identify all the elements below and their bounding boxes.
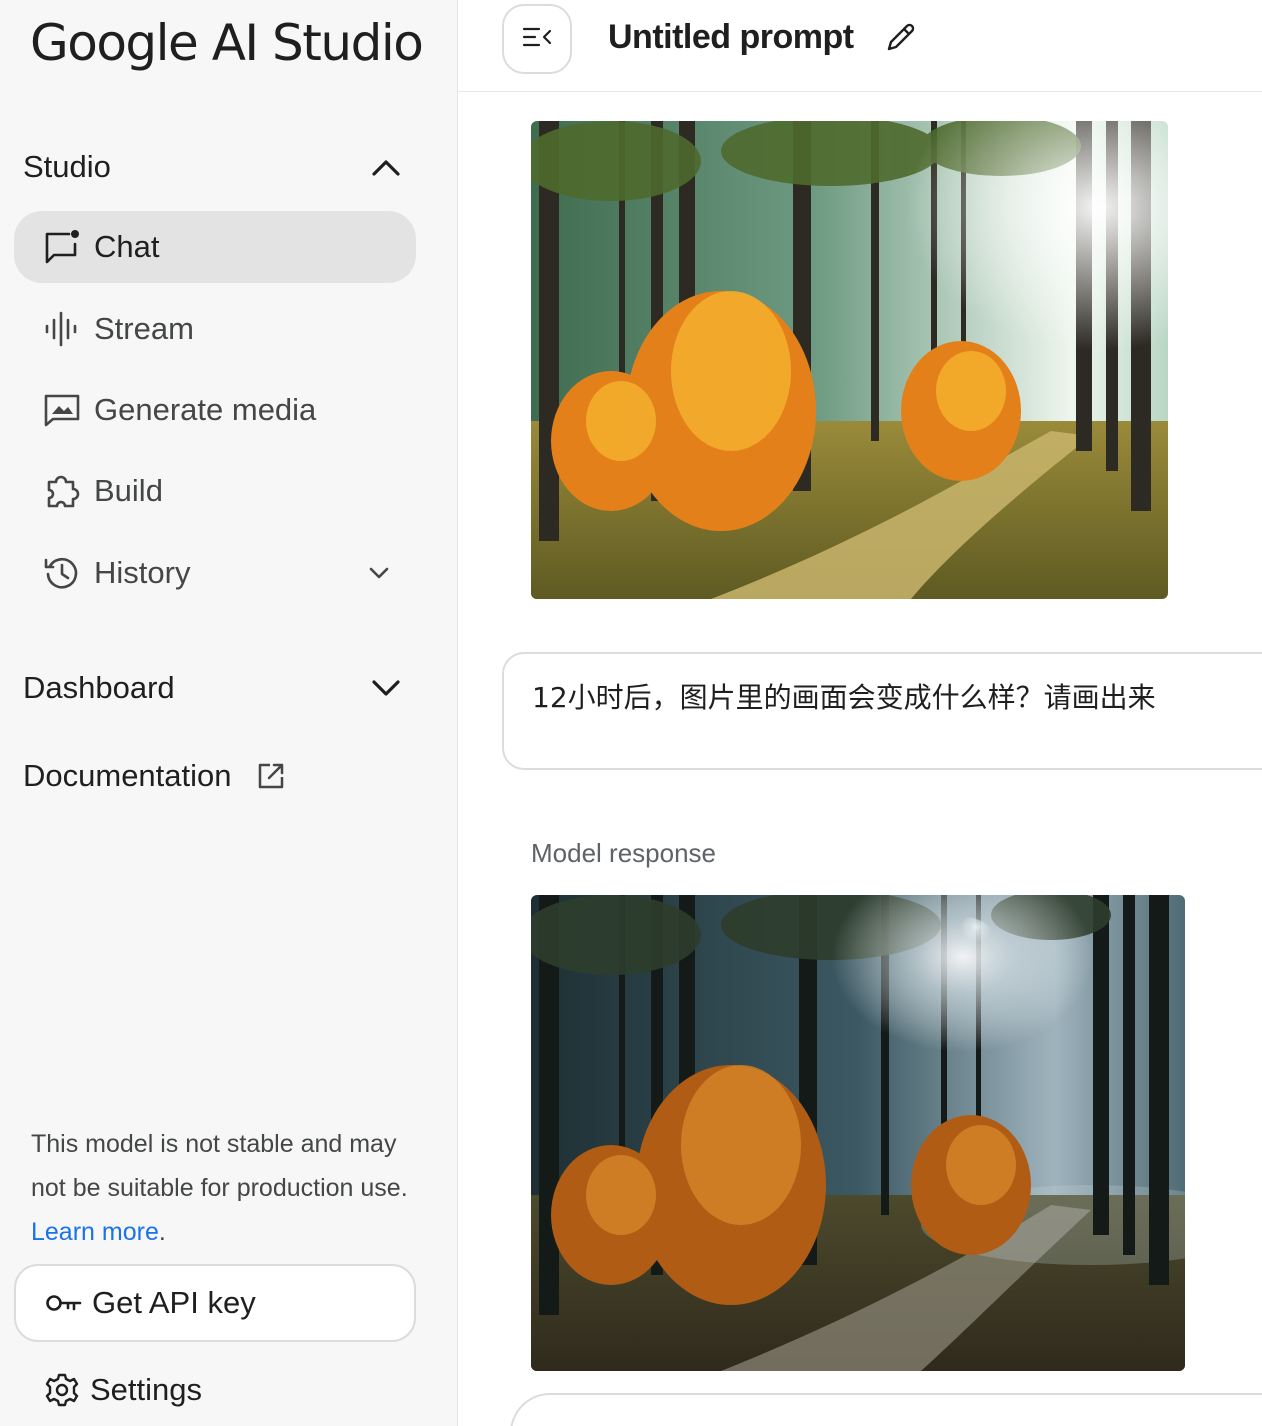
main-panel: Untitled prompt 12小时后，图片里的画面会变成什么样？请画出来 …: [458, 0, 1262, 1426]
studio-section-label: Studio: [23, 149, 111, 184]
generated-forest-image[interactable]: [531, 895, 1185, 1371]
gear-icon: [42, 1370, 82, 1410]
external-link-icon: [254, 759, 288, 793]
learn-more-link[interactable]: Learn more: [31, 1218, 159, 1246]
puzzle-icon: [42, 471, 82, 511]
image-icon: [42, 390, 82, 430]
top-bar: Untitled prompt: [458, 0, 1262, 92]
documentation-link[interactable]: Documentation: [23, 756, 403, 796]
chevron-up-icon: [369, 150, 403, 184]
sidebar-item-label: Stream: [94, 311, 194, 346]
notice-end: .: [158, 1218, 166, 1246]
sidebar-item-chat[interactable]: Chat: [14, 211, 416, 283]
toggle-sidebar-button[interactable]: [502, 4, 572, 74]
documentation-label: Documentation: [23, 758, 232, 793]
edit-title-button[interactable]: [882, 20, 920, 58]
waveform-icon: [42, 309, 82, 349]
settings-button[interactable]: Settings: [14, 1355, 416, 1425]
key-icon: [44, 1283, 84, 1323]
collapse-menu-icon: [522, 26, 552, 53]
notice-text: This model is not stable and may not be …: [31, 1130, 408, 1202]
dashboard-section-label: Dashboard: [23, 670, 175, 705]
chevron-down-icon: [369, 671, 403, 705]
sidebar-item-label: Chat: [94, 229, 160, 264]
history-icon: [42, 553, 82, 593]
next-message-card: [510, 1393, 1262, 1426]
dashboard-section-header[interactable]: Dashboard: [23, 668, 403, 708]
model-stability-notice: This model is not stable and may not be …: [31, 1122, 411, 1254]
settings-label: Settings: [90, 1372, 203, 1407]
get-api-key-label: Get API key: [92, 1285, 256, 1320]
chat-icon: [42, 227, 82, 267]
get-api-key-button[interactable]: Get API key: [14, 1264, 416, 1342]
sidebar-item-generate-media[interactable]: Generate media: [14, 374, 416, 446]
sidebar-item-label: Build: [94, 473, 163, 508]
chevron-down-icon[interactable]: [362, 556, 396, 590]
studio-section-header[interactable]: Studio: [23, 147, 403, 187]
app-logo[interactable]: Google AI Studio: [30, 14, 424, 72]
sidebar-item-build[interactable]: Build: [14, 455, 416, 527]
user-message-text: 12小时后，图片里的画面会变成什么样？请画出来: [532, 681, 1156, 714]
sidebar-item-label: Generate media: [94, 392, 317, 427]
uploaded-forest-image[interactable]: [531, 121, 1168, 599]
model-response-label: Model response: [531, 838, 716, 868]
pencil-icon: [885, 21, 917, 58]
sidebar-item-label: History: [94, 555, 191, 590]
user-message-card[interactable]: 12小时后，图片里的画面会变成什么样？请画出来: [502, 652, 1262, 770]
sidebar: Google AI Studio Studio Chat Stream Gene…: [0, 0, 458, 1426]
sidebar-item-history[interactable]: History: [14, 537, 416, 609]
prompt-title[interactable]: Untitled prompt: [608, 18, 854, 57]
sidebar-item-stream[interactable]: Stream: [14, 293, 416, 365]
